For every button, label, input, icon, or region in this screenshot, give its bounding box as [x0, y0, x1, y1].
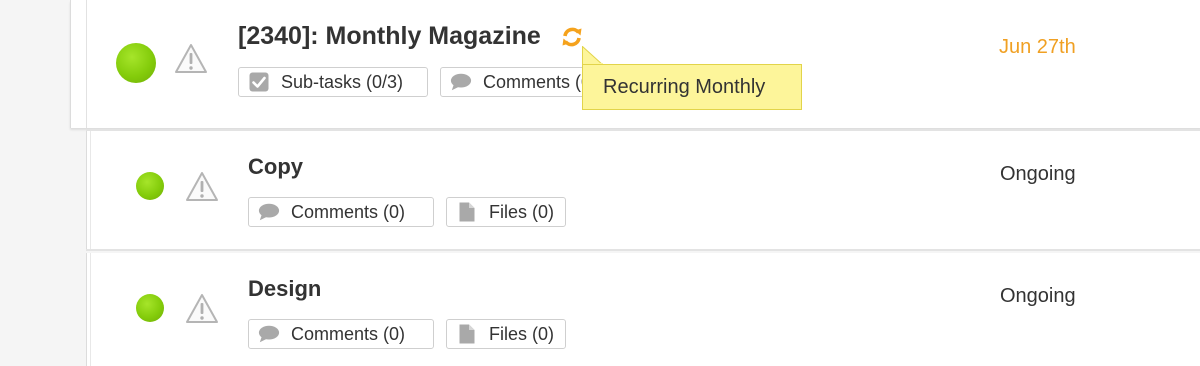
comments-label: Comments (0)	[291, 323, 406, 344]
subtasks-label: Sub-tasks (0/3)	[281, 71, 404, 92]
row-divider	[86, 129, 1200, 131]
subtask-row[interactable]	[86, 253, 1200, 366]
row-divider	[86, 249, 1200, 251]
recurring-tooltip: Recurring Monthly	[582, 64, 802, 110]
due-date: Jun 27th	[999, 36, 1076, 58]
comments-label: Comments (0)	[291, 201, 406, 222]
file-icon	[456, 324, 478, 344]
checkbox-icon	[248, 72, 270, 92]
comment-icon	[258, 324, 280, 344]
comments-button[interactable]: Comments (0)	[248, 197, 434, 227]
status-dot-icon[interactable]	[136, 294, 164, 322]
files-button[interactable]: Files (0)	[446, 197, 566, 227]
warning-icon[interactable]	[185, 292, 219, 326]
subtask-row[interactable]	[86, 131, 1200, 251]
recurring-icon[interactable]	[560, 25, 584, 49]
warning-icon[interactable]	[174, 42, 208, 76]
file-icon	[456, 202, 478, 222]
files-button[interactable]: Files (0)	[446, 319, 566, 349]
parent-task-title[interactable]: [2340]: Monthly Magazine	[238, 22, 541, 51]
comments-button[interactable]: Comments (0)	[248, 319, 434, 349]
warning-icon[interactable]	[185, 170, 219, 204]
subtask-status: Ongoing	[1000, 285, 1076, 307]
subtasks-button[interactable]: Sub-tasks (0/3)	[238, 67, 428, 97]
status-dot-icon[interactable]	[136, 172, 164, 200]
subtask-title[interactable]: Design	[248, 276, 321, 302]
task-list: [2340]: Monthly Magazine Sub-tasks (0/3)…	[0, 0, 1200, 366]
status-dot-icon[interactable]	[116, 43, 156, 83]
files-label: Files (0)	[489, 323, 555, 344]
comments-label: Comments (0)	[483, 71, 598, 92]
comment-icon	[258, 202, 280, 222]
subtask-title[interactable]: Copy	[248, 154, 303, 180]
files-label: Files (0)	[489, 201, 555, 222]
parent-task-separator	[86, 0, 87, 128]
subtask-status: Ongoing	[1000, 163, 1076, 185]
tooltip-arrow	[582, 46, 604, 66]
comments-button[interactable]: Comments (0)	[440, 67, 600, 97]
comment-icon	[450, 72, 472, 92]
